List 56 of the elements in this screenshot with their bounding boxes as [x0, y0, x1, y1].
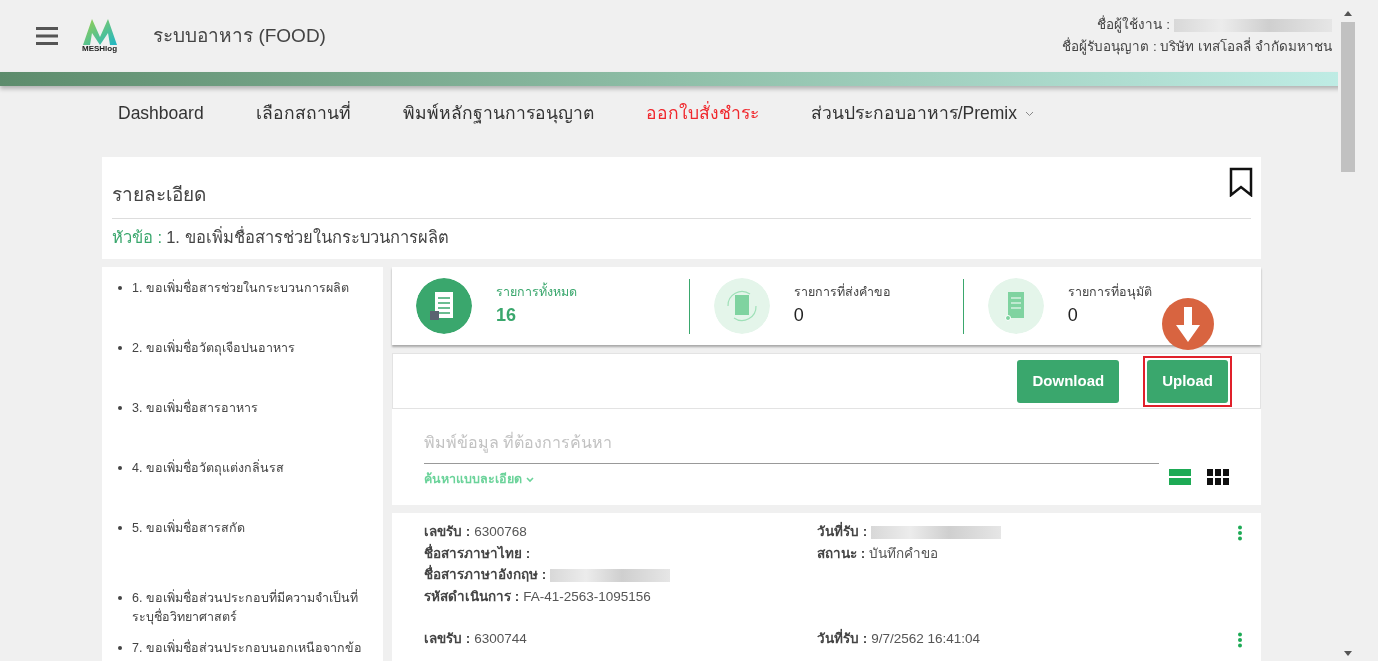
app-title: ระบบอาหาร (FOOD) — [153, 23, 326, 48]
list-view-icon[interactable] — [1169, 469, 1191, 486]
nav-link[interactable]: Dashboard — [118, 100, 204, 127]
document-icon — [416, 278, 472, 335]
sidebar-item[interactable]: 3. ขอเพิ่มชื่อสารอาหาร — [132, 399, 258, 460]
field-value: FA-41-2563-1095156 — [523, 588, 651, 607]
bookmark-icon[interactable] — [1229, 167, 1253, 197]
sidebar-item[interactable]: 2. ขอเพิ่มชื่อวัตถุเจือปนอาหาร — [132, 339, 295, 400]
field-label: สถานะ : — [817, 544, 866, 563]
field-label: วันที่รับ : — [817, 521, 868, 542]
field-value: 9/7/2562 16:41:04 — [871, 629, 981, 648]
field-value: 6300768 — [474, 523, 527, 542]
field-label: ชื่อสารภาษาอังกฤษ : — [424, 564, 547, 585]
field-label: วันที่รับ : — [817, 628, 868, 648]
bullet-icon — [118, 596, 122, 601]
field-value: 6300744 — [474, 629, 527, 648]
more-options-icon[interactable] — [1237, 525, 1243, 542]
field-value: บันทึกคำขอ — [869, 544, 939, 563]
field-label: รหัสดำเนินการ : — [424, 588, 520, 607]
bullet-icon — [118, 346, 122, 351]
topic-text: 1. ขอเพิ่มชื่อสารช่วยในกระบวนการผลิต — [166, 225, 449, 248]
topic-label: หัวข้อ : — [112, 226, 163, 248]
document-icon — [987, 278, 1044, 335]
bullet-icon — [118, 286, 122, 291]
field-label: เลขรับ : — [424, 523, 471, 542]
chevron-down-icon — [1024, 110, 1034, 117]
user-label: ชื่อผู้ใช้งาน : — [1097, 14, 1170, 35]
bullet-icon — [118, 406, 122, 411]
bullet-icon — [118, 526, 122, 531]
bullet-icon — [118, 646, 122, 651]
sidebar-item[interactable]: 7. ขอเพิ่มชื่อส่วนประกอบนอกเหนือจากข้อ — [132, 639, 362, 661]
field-label: เลขรับ : — [424, 629, 471, 648]
stat-count: 0 — [793, 304, 805, 328]
bullet-icon — [118, 466, 122, 471]
sidebar-item[interactable]: 1. ขอเพิ่มชื่อสารช่วยในกระบวนการผลิต — [132, 279, 349, 340]
logo: MESHlog — [82, 19, 118, 53]
menu-icon[interactable] — [36, 27, 58, 45]
chevron-down-icon — [526, 476, 534, 483]
sidebar-item[interactable]: 6. ขอเพิ่มชื่อส่วนประกอบที่มีความจำเป็นที่ระบุชื่อวิทยาศาสตร์ — [132, 589, 375, 640]
field-label: ชื่อสารภาษาไทย : — [424, 543, 531, 563]
section-title: รายละเอียด — [112, 183, 207, 207]
nav-link[interactable]: ออกใบสั่งชำระ — [645, 100, 759, 127]
stat-label: รายการทั้งหมด — [496, 283, 577, 303]
document-refresh-icon — [713, 278, 770, 335]
nav-link[interactable]: พิมพ์หลักฐานการอนุญาต — [402, 100, 594, 127]
stat-label: รายการที่ส่งคำขอ — [793, 283, 891, 302]
grid-view-icon[interactable] — [1207, 469, 1229, 486]
sidebar-item[interactable]: 4. ขอเพิ่มชื่อวัตถุแต่งกลิ่นรส — [132, 459, 284, 520]
nav-link[interactable]: เลือกสถานที่ — [255, 100, 351, 127]
stat-count: 0 — [1067, 304, 1079, 328]
more-options-icon[interactable] — [1237, 631, 1243, 648]
sidebar-item[interactable]: 5. ขอเพิ่มชื่อสารสกัด — [132, 519, 245, 580]
stat-count: 16 — [496, 304, 518, 328]
nav-link[interactable]: ส่วนประกอบอาหาร/Premix — [810, 100, 1034, 127]
licensee-text: ชื่อผู้รับอนุญาต : บริษัท เทสโอลลี่ จำกัดมหาชน — [1062, 36, 1332, 57]
stat-label: รายการที่อนุมัติ — [1067, 283, 1152, 302]
